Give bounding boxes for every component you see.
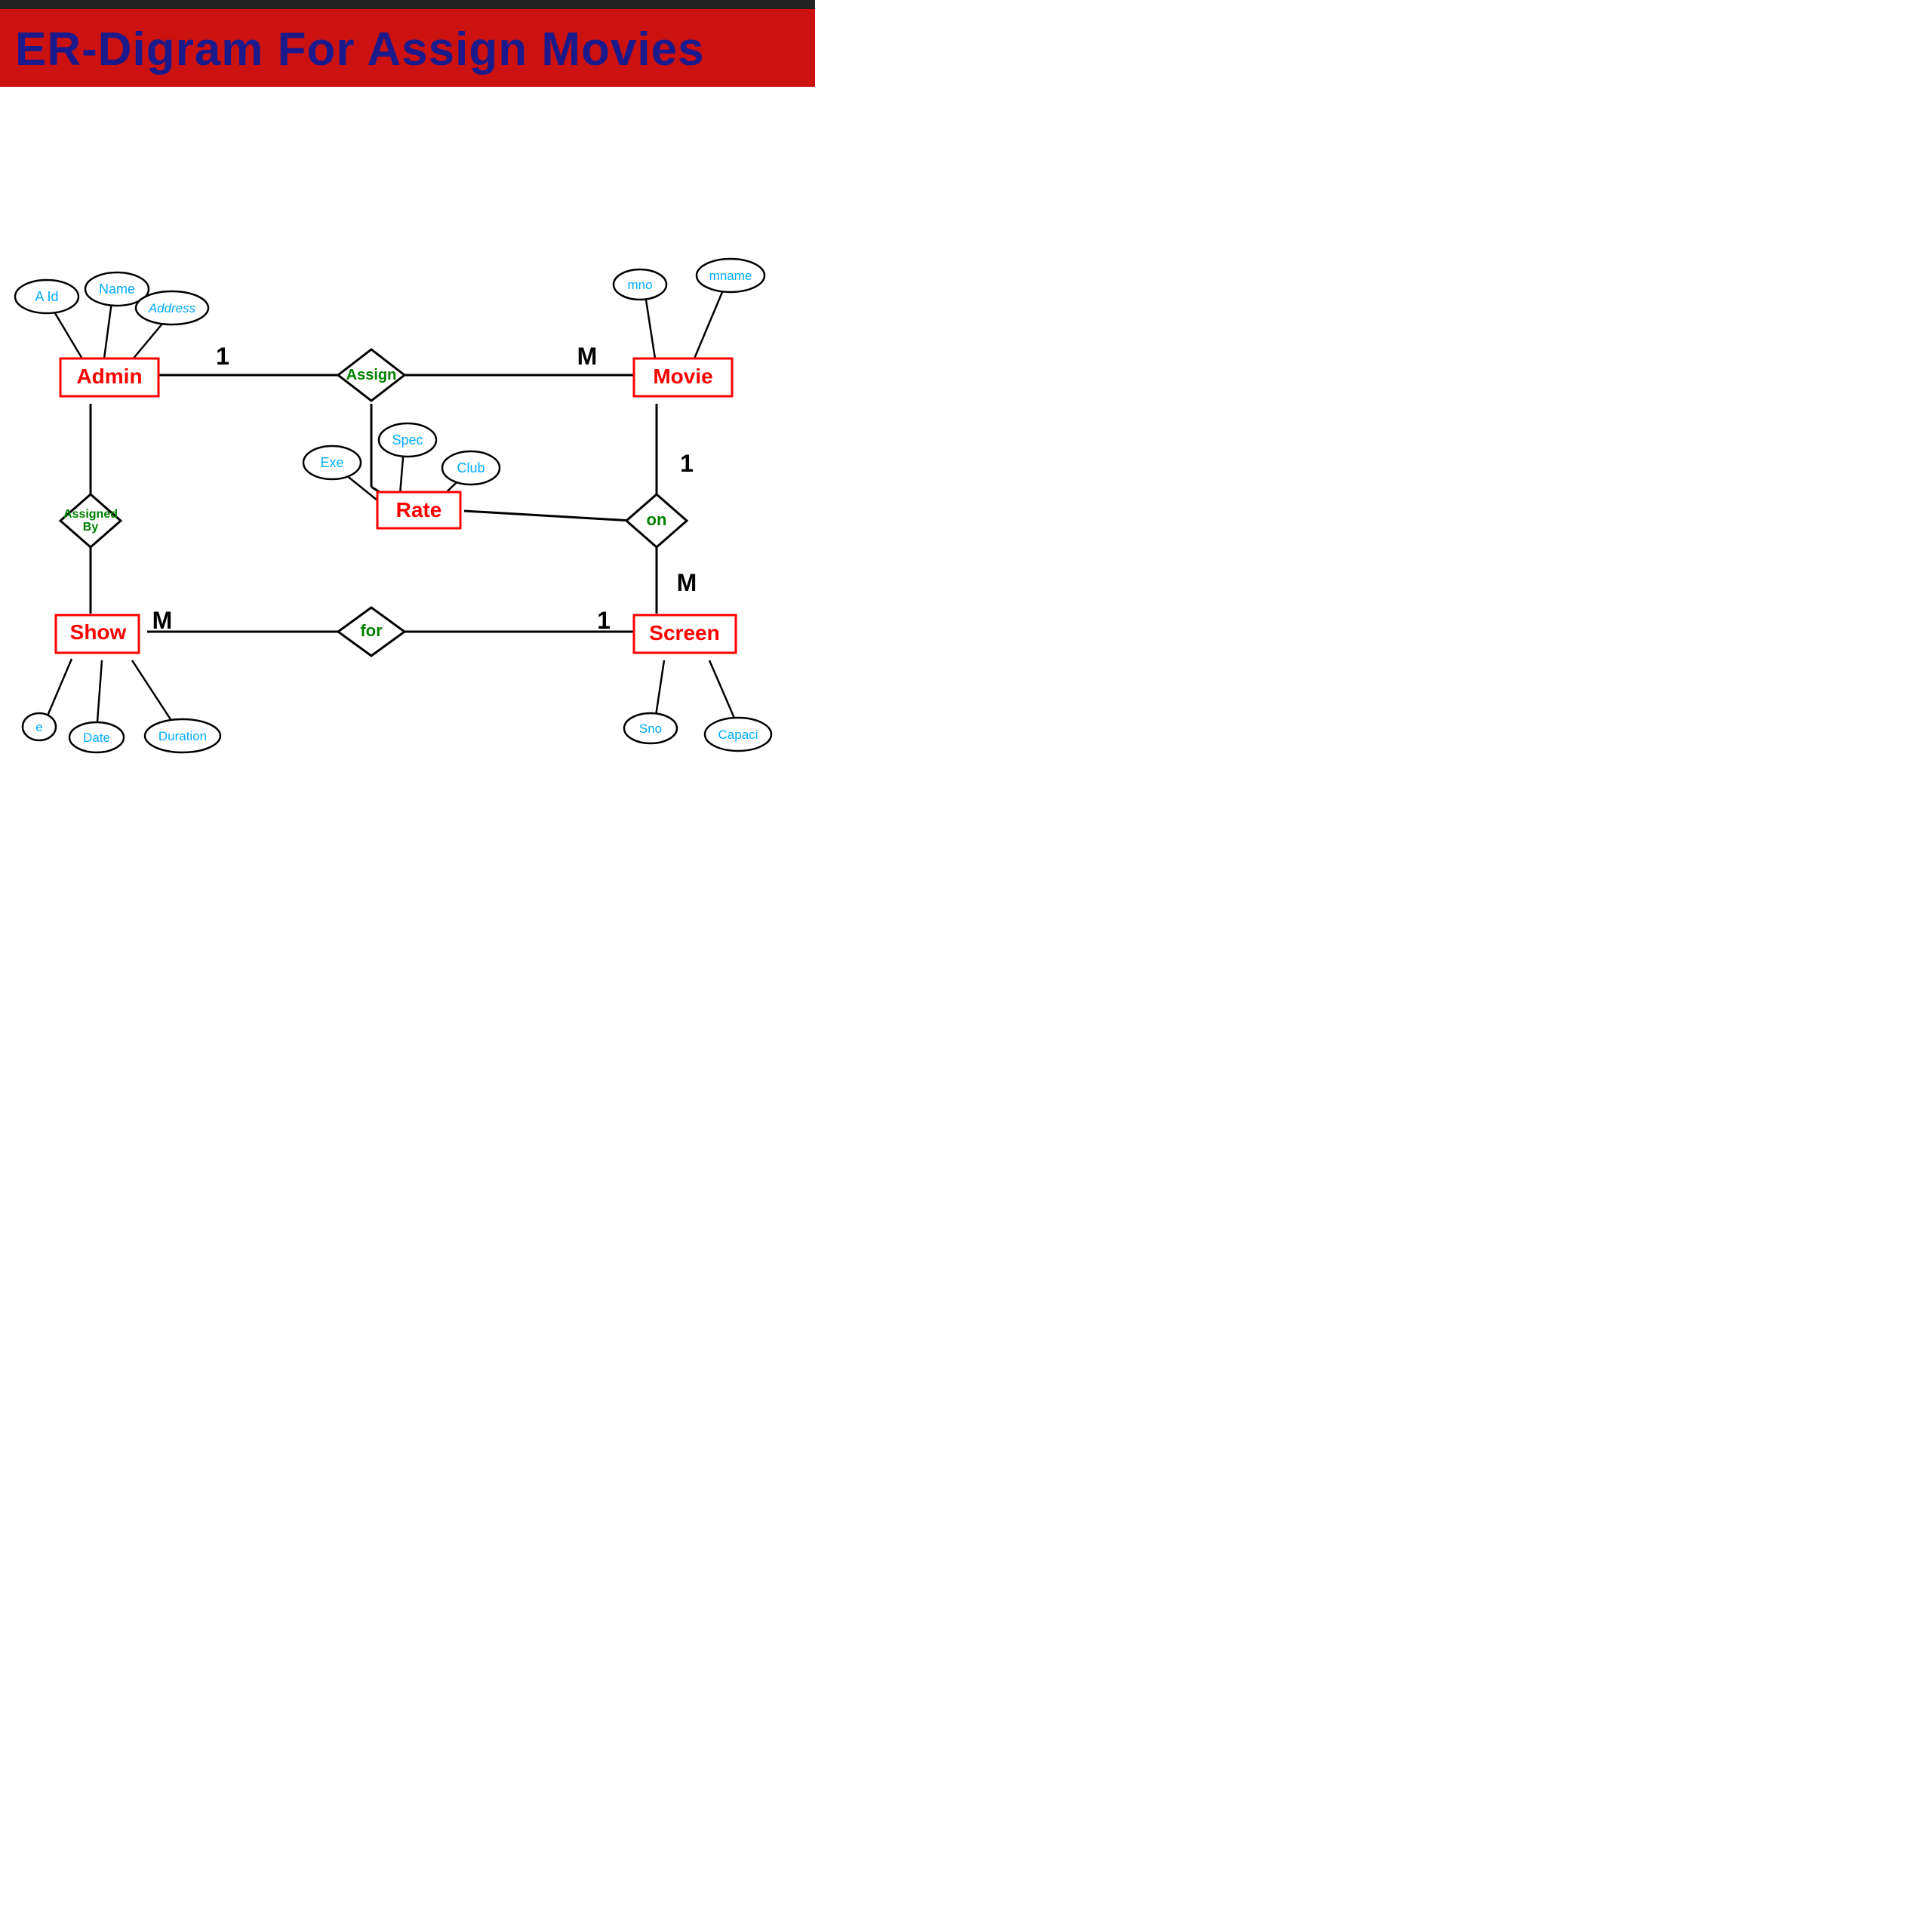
svg-text:Assign: Assign: [346, 367, 397, 383]
svg-text:Sno: Sno: [639, 721, 662, 736]
svg-text:Address: Address: [148, 301, 196, 315]
svg-text:Name: Name: [99, 281, 135, 297]
svg-text:Admin: Admin: [76, 365, 142, 388]
svg-text:Show: Show: [70, 620, 127, 644]
header-title: ER-Digram For Assign Movies: [15, 23, 800, 76]
svg-text:M: M: [152, 607, 173, 634]
svg-text:Date: Date: [83, 731, 110, 745]
svg-text:M: M: [677, 569, 697, 596]
diagram-area: Admin Movie Show Screen Rate Assign Assi…: [0, 87, 815, 804]
svg-text:Screen: Screen: [649, 621, 719, 645]
svg-text:M: M: [577, 343, 598, 370]
svg-text:for: for: [360, 621, 383, 640]
svg-text:mname: mname: [709, 269, 752, 283]
svg-text:mno: mno: [627, 278, 652, 292]
svg-text:Capaci: Capaci: [718, 728, 758, 742]
svg-text:1: 1: [216, 343, 229, 370]
svg-text:1: 1: [680, 450, 694, 477]
svg-text:e: e: [35, 720, 42, 734]
svg-text:Spec: Spec: [392, 432, 423, 448]
svg-text:Duration: Duration: [158, 729, 207, 743]
svg-text:A Id: A Id: [35, 289, 58, 304]
svg-text:on: on: [647, 510, 667, 529]
svg-text:By: By: [83, 521, 99, 534]
top-border: [0, 0, 815, 9]
svg-text:Exe: Exe: [320, 455, 343, 470]
svg-text:Rate: Rate: [396, 498, 442, 521]
svg-text:1: 1: [597, 607, 611, 634]
svg-text:Assigned: Assigned: [63, 508, 118, 521]
svg-text:Movie: Movie: [653, 365, 712, 388]
header-banner: ER-Digram For Assign Movies: [0, 9, 815, 87]
svg-text:Club: Club: [457, 460, 485, 475]
